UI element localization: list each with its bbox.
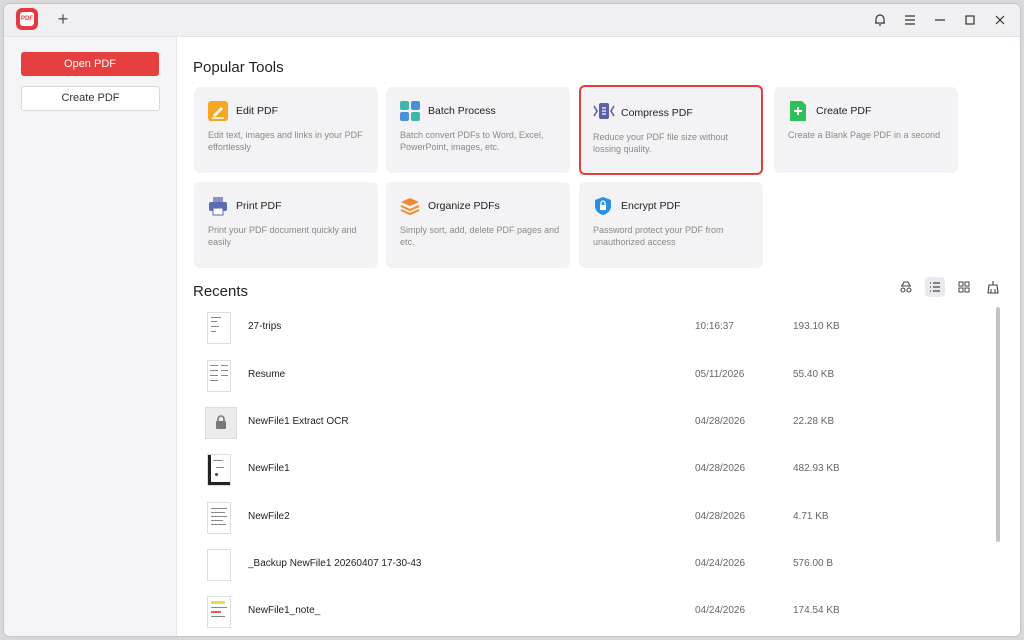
encrypt-icon (593, 196, 613, 216)
recent-file-row[interactable]: NewFile2 04/28/2026 4.71 KB (197, 495, 987, 541)
tool-desc: Create a Blank Page PDF in a second (788, 130, 941, 140)
file-thumbnail (207, 312, 231, 344)
edit-icon (208, 101, 228, 121)
file-date: 05/11/2026 (695, 369, 745, 380)
scrollbar-thumb[interactable] (996, 307, 1000, 542)
recent-file-row[interactable]: _Backup NewFile1 20260407 17-30-43 04/24… (197, 542, 987, 588)
menu-icon[interactable] (900, 10, 920, 30)
tool-card-organize-pdfs[interactable]: Organize PDFs Simply sort, add, delete P… (386, 182, 570, 268)
clean-recents-icon[interactable] (983, 277, 1003, 297)
compress-icon (593, 101, 615, 121)
file-date: 04/28/2026 (695, 511, 746, 522)
app-logo-text: PDF (20, 12, 34, 26)
tool-desc: Batch convert PDFs to Word, Excel, Power… (400, 130, 544, 152)
file-size: 193.10 KB (793, 321, 840, 332)
file-thumbnail (207, 596, 231, 628)
tool-name: Compress PDF (621, 107, 693, 119)
recent-file-row[interactable]: NewFile1_note_ 04/24/2026 174.54 KB (197, 589, 987, 635)
print-icon (208, 196, 228, 216)
tool-desc: Password protect your PDF from unauthori… (593, 225, 724, 247)
tool-name: Encrypt PDF (621, 200, 681, 212)
close-icon[interactable] (990, 10, 1010, 30)
file-name: NewFile1_note_ (248, 605, 321, 616)
tool-name: Edit PDF (236, 105, 279, 117)
file-thumbnail (207, 502, 231, 534)
file-date: 04/28/2026 (695, 463, 746, 474)
maximize-icon[interactable] (960, 10, 980, 30)
tool-desc: Edit text, images and links in your PDF … (208, 130, 363, 152)
recents-scrollbar[interactable] (996, 307, 1000, 577)
grid-view-icon[interactable] (954, 277, 974, 297)
tool-name: Organize PDFs (428, 200, 500, 212)
file-thumbnail (207, 454, 231, 486)
file-name: 27-trips (248, 321, 282, 332)
tool-desc: Print your PDF document quickly and easi… (208, 225, 357, 247)
file-name: Resume (248, 369, 286, 380)
thumbnail-view-icon[interactable] (896, 277, 916, 297)
tool-card-encrypt-pdf[interactable]: Encrypt PDF Password protect your PDF fr… (579, 182, 763, 268)
sidebar: Open PDF Create PDF (4, 37, 177, 636)
tool-name: Print PDF (236, 200, 282, 212)
file-thumbnail (207, 360, 231, 392)
tool-desc: Reduce your PDF file size without lossin… (593, 132, 729, 154)
app-logo[interactable]: PDF (16, 8, 38, 30)
tool-name: Create PDF (816, 105, 872, 117)
file-size: 174.54 KB (793, 605, 840, 616)
file-thumbnail (207, 549, 231, 581)
lock-thumbnail-icon (205, 407, 237, 439)
file-date: 04/24/2026 (695, 558, 746, 569)
recent-file-row[interactable]: 27-trips 10:16:37 193.10 KB (197, 305, 987, 351)
organize-icon (400, 196, 420, 216)
tool-card-compress-pdf[interactable]: Compress PDF Reduce your PDF file size w… (579, 85, 763, 175)
recents-title: Recents (193, 283, 249, 300)
file-date: 04/28/2026 (695, 416, 746, 427)
batch-icon (400, 101, 420, 121)
file-name: _Backup NewFile1 20260407 17-30-43 (248, 558, 422, 569)
tool-card-edit-pdf[interactable]: Edit PDF Edit text, images and links in … (194, 87, 378, 173)
create-icon (788, 101, 808, 121)
file-name: NewFile1 Extract OCR (248, 416, 349, 427)
recent-file-row[interactable]: NewFile1 Extract OCR 04/28/2026 22.28 KB (197, 400, 987, 446)
tool-name: Batch Process (428, 105, 496, 117)
popular-tools-title: Popular Tools (193, 59, 284, 76)
tool-card-create-pdf[interactable]: Create PDF Create a Blank Page PDF in a … (774, 87, 958, 173)
file-size: 482.93 KB (793, 463, 840, 474)
list-view-icon[interactable] (925, 277, 945, 297)
minimize-icon[interactable] (930, 10, 950, 30)
recent-file-row[interactable]: Resume 05/11/2026 55.40 KB (197, 353, 987, 399)
app-window: PDF + Open PDF Create PDF Popular Tools (4, 4, 1020, 636)
title-bar: PDF + (4, 4, 1020, 37)
file-size: 22.28 KB (793, 416, 835, 427)
recent-file-row[interactable]: NewFile1 04/28/2026 482.93 KB (197, 447, 987, 493)
file-size: 4.71 KB (793, 511, 829, 522)
file-size: 576.00 B (793, 558, 834, 569)
file-size: 55.40 KB (793, 369, 835, 380)
file-date: 10:16:37 (695, 321, 734, 332)
tool-desc: Simply sort, add, delete PDF pages and e… (400, 225, 560, 247)
notification-bell-icon[interactable] (870, 10, 890, 30)
create-pdf-button[interactable]: Create PDF (21, 86, 160, 111)
file-name: NewFile2 (248, 511, 290, 522)
tool-card-print-pdf[interactable]: Print PDF Print your PDF document quickl… (194, 182, 378, 268)
open-pdf-button[interactable]: Open PDF (21, 52, 159, 76)
main-content: Popular Tools Edit PDF Edit text, images… (177, 37, 1020, 636)
tool-card-batch-process[interactable]: Batch Process Batch convert PDFs to Word… (386, 87, 570, 173)
file-name: NewFile1 (248, 463, 290, 474)
file-date: 04/24/2026 (695, 605, 746, 616)
new-tab-button[interactable]: + (52, 8, 74, 30)
